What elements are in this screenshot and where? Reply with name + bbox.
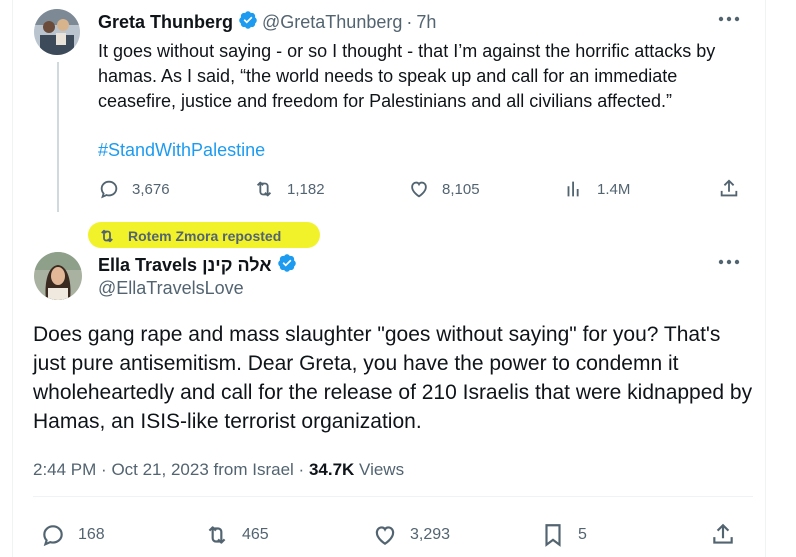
main-author-name[interactable]: Ella Travels אלה קינן xyxy=(98,255,272,276)
bookmark-count: 5 xyxy=(578,526,587,543)
bookmark-button[interactable]: 5 xyxy=(540,522,587,548)
tweet-meta: 2:44 PM · Oct 21, 2023 from Israel · 34.… xyxy=(33,460,404,480)
quoted-tweet-text: It goes without saying - or so I thought… xyxy=(98,41,716,111)
hashtag-link[interactable]: #StandWithPalestine xyxy=(98,138,265,163)
quoted-views-count: 1.4M xyxy=(597,180,631,198)
separator-dot: · xyxy=(101,460,112,479)
greta-avatar[interactable] xyxy=(34,9,80,55)
reply-count: 168 xyxy=(78,526,105,543)
tweet-views-count: 34.7K xyxy=(308,460,355,479)
reply-icon xyxy=(43,525,63,547)
quoted-like-button[interactable]: 8,105 xyxy=(408,178,480,200)
share-button[interactable] xyxy=(710,522,748,548)
repost-button[interactable]: 465 xyxy=(204,522,269,548)
views-icon xyxy=(567,181,579,197)
quoted-share-button[interactable] xyxy=(718,178,752,200)
quoted-repost-count: 1,182 xyxy=(287,180,325,198)
repost-icon xyxy=(256,181,272,197)
like-count: 3,293 xyxy=(410,526,451,543)
repost-count: 465 xyxy=(242,526,269,543)
main-tweet-text: Does gang rape and mass slaughter "goes … xyxy=(33,323,753,433)
quoted-like-count: 8,105 xyxy=(442,180,480,198)
share-icon xyxy=(713,523,733,544)
thread-line xyxy=(57,62,59,212)
verified-badge-icon xyxy=(277,253,297,278)
like-button[interactable]: 3,293 xyxy=(372,522,450,548)
share-icon xyxy=(720,179,738,197)
tweet-date[interactable]: Oct 21, 2023 xyxy=(111,460,208,479)
separator-dot: · xyxy=(406,12,413,32)
divider xyxy=(33,496,753,497)
tweet-views-label: Views xyxy=(359,460,405,479)
main-handle[interactable]: @EllaTravelsLove xyxy=(98,278,244,299)
repost-icon xyxy=(101,229,113,243)
quoted-more-icon[interactable] xyxy=(718,16,740,26)
repost-icon xyxy=(208,526,226,544)
reply-button[interactable]: 168 xyxy=(40,522,105,548)
quoted-time[interactable]: 7h xyxy=(416,12,436,33)
quoted-reply-count: 3,676 xyxy=(132,180,170,198)
bookmark-icon xyxy=(545,524,561,547)
tweet-time[interactable]: 2:44 PM xyxy=(33,460,96,479)
tweet-location: from Israel xyxy=(213,460,294,479)
quoted-tweet-header: Greta Thunberg @GretaThunberg · 7h xyxy=(98,10,436,35)
quoted-views-button[interactable]: 1.4M xyxy=(563,178,630,200)
like-icon xyxy=(411,181,427,198)
quoted-repost-button[interactable]: 1,182 xyxy=(253,178,325,200)
ella-avatar[interactable] xyxy=(34,252,82,300)
main-more-icon[interactable] xyxy=(718,259,740,269)
separator-dot: · xyxy=(298,460,309,479)
reply-icon xyxy=(100,180,118,199)
quoted-author-name[interactable]: Greta Thunberg xyxy=(98,12,233,33)
repost-label-text: Rotem Zmora reposted xyxy=(128,228,282,244)
like-icon xyxy=(375,526,395,545)
main-author-row: Ella Travels אלה קינן xyxy=(98,253,301,278)
repost-context[interactable]: Rotem Zmora reposted xyxy=(98,227,281,245)
verified-badge-icon xyxy=(238,10,258,35)
quoted-handle[interactable]: @GretaThunberg xyxy=(262,12,402,33)
quoted-reply-button[interactable]: 3,676 xyxy=(98,178,170,200)
